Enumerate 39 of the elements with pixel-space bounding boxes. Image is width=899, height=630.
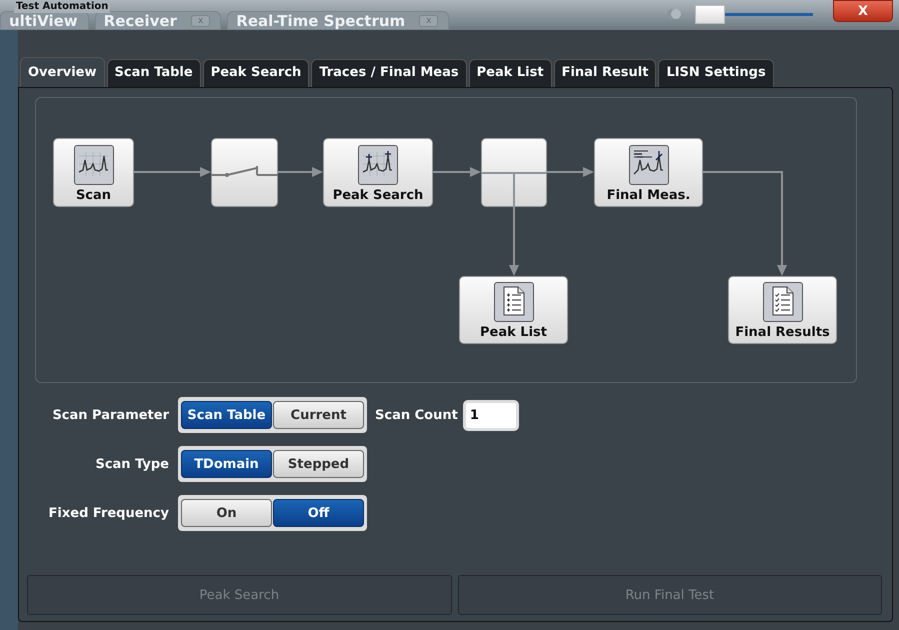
option-button[interactable]: Off	[273, 499, 364, 527]
tab[interactable]: Peak Search	[202, 59, 310, 87]
tab[interactable]: Final Result	[554, 59, 656, 87]
count-field[interactable]: 1	[462, 400, 519, 430]
diagram-node[interactable]: Scan	[53, 138, 134, 207]
diagram-node[interactable]: Peak List	[459, 276, 568, 344]
connector-arrow	[278, 167, 323, 177]
diagram-node[interactable]: Peak Search	[323, 138, 433, 207]
diagram-node[interactable]: Final Results	[728, 276, 837, 344]
junction-block[interactable]	[481, 138, 547, 207]
tab[interactable]: Scan Table	[106, 59, 201, 87]
tab[interactable]: Peak List	[468, 59, 552, 87]
overlap-circles-icon	[666, 6, 682, 22]
option-button[interactable]: On	[181, 499, 272, 527]
setting-label: Scan Type	[94, 456, 169, 472]
connector-arrow	[509, 207, 519, 276]
spectrum-peaks-icon	[358, 145, 398, 185]
connector-arrow	[547, 167, 594, 177]
spectrum-icon	[74, 145, 114, 185]
switch-block[interactable]	[211, 138, 278, 207]
option-button[interactable]: Stepped	[273, 450, 364, 478]
tab[interactable]: Overview	[20, 57, 105, 87]
tab[interactable]: Traces / Final Meas	[311, 59, 467, 87]
close-button[interactable]: X	[833, 0, 893, 22]
option-button[interactable]: TDomain	[181, 450, 272, 478]
connector-arrow	[433, 167, 481, 177]
spectrum-report-icon	[628, 145, 668, 185]
checklist-document-icon	[762, 282, 802, 322]
setting-label: Scan Parameter	[51, 408, 169, 422]
option-button[interactable]: Current	[273, 401, 364, 429]
window-title: Test Automation	[14, 1, 110, 13]
junction-icon	[481, 172, 547, 208]
tab[interactable]: LISN Settings	[658, 59, 774, 87]
transparency-slider[interactable]	[695, 5, 813, 23]
option-button[interactable]: Scan Table	[181, 401, 272, 429]
diagram-node[interactable]: Final Meas.	[594, 138, 703, 207]
list-document-icon	[494, 282, 534, 322]
setting-label: Fixed Frequency	[48, 506, 169, 520]
setting-label: Scan Count	[375, 408, 458, 422]
